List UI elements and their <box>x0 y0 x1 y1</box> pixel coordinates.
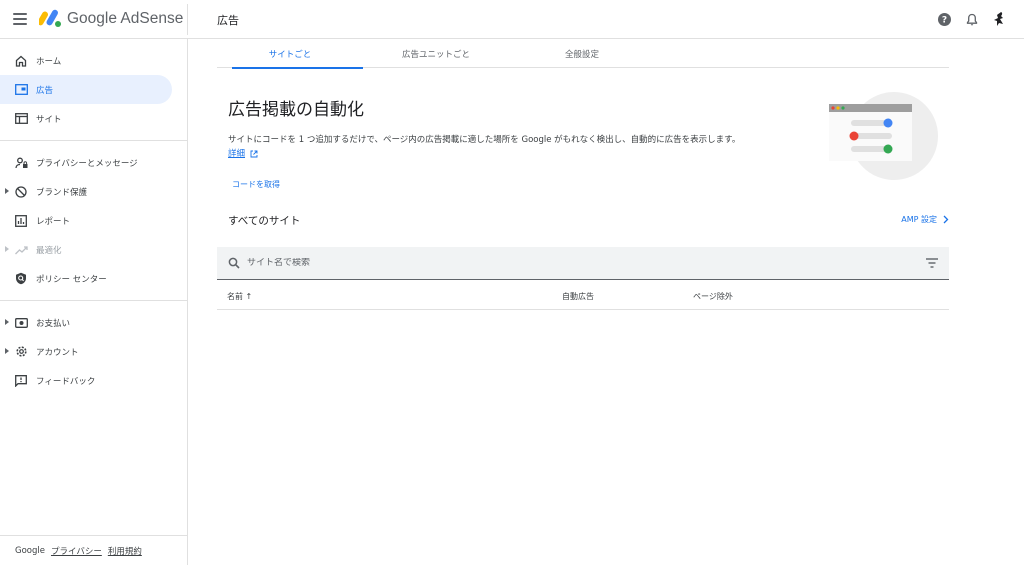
page-title: 広告 <box>217 14 239 27</box>
sidebar-item-label: サイト <box>36 114 62 125</box>
expand-caret-icon <box>5 188 9 194</box>
sidebar-item-label: プライバシーとメッセージ <box>36 158 138 169</box>
sidebar-item-brand-safety[interactable]: ブランド保護 <box>0 177 172 206</box>
sidebar: ホーム 広告 サイト プライバシーとメッセージ ブランド保護 レポート 最適化 <box>0 39 188 565</box>
expand-caret-icon <box>5 348 9 354</box>
chevron-right-icon <box>943 215 949 224</box>
sidebar-item-label: アカウント <box>36 347 79 358</box>
privacy-icon <box>14 156 28 170</box>
policy-icon <box>14 272 28 286</box>
header-divider <box>187 4 188 35</box>
amp-settings-label: AMP 設定 <box>901 215 937 224</box>
sidebar-item-feedback[interactable]: フィードバック <box>0 366 172 395</box>
home-icon <box>14 54 28 68</box>
tab-global-settings[interactable]: 全般設定 <box>509 39 655 68</box>
external-link-icon <box>250 150 258 157</box>
optimize-icon <box>14 243 28 257</box>
tab-bar: サイトごと 広告ユニットごと 全般設定 <box>217 39 949 69</box>
expand-caret-icon <box>5 246 9 252</box>
column-header-page-exclusions[interactable]: ページ除外 <box>693 291 733 302</box>
auto-ads-title: 広告掲載の自動化 <box>228 100 364 120</box>
sidebar-item-policy-center[interactable]: ポリシー センター <box>0 264 172 293</box>
sidebar-item-label: 最適化 <box>36 245 62 256</box>
menu-icon[interactable] <box>13 13 27 25</box>
expand-caret-icon <box>5 319 9 325</box>
nav-group-account: お支払い アカウント フィードバック <box>0 301 187 402</box>
tab-by-ad-unit[interactable]: 広告ユニットごと <box>363 39 509 68</box>
search-input[interactable] <box>247 258 887 268</box>
main-content: サイトごと 広告ユニットごと 全般設定 広告掲載の自動化 サイトにコードを 1 … <box>217 39 949 310</box>
privacy-link[interactable]: プライバシー <box>51 545 102 557</box>
amp-settings-link[interactable]: AMP 設定 <box>901 214 949 225</box>
all-sites-heading: すべてのサイト <box>228 215 301 227</box>
account-gear-icon <box>14 345 28 359</box>
auto-ads-description: サイトにコードを 1 つ追加するだけで、ページ内の広告掲載に適した場所を Goo… <box>228 133 828 161</box>
notifications-bell-icon[interactable] <box>964 11 980 27</box>
terms-link[interactable]: 利用規約 <box>108 545 142 557</box>
adsense-logo <box>39 9 61 27</box>
payments-icon <box>14 316 28 330</box>
sidebar-item-label: フィードバック <box>36 376 96 387</box>
account-avatar[interactable] <box>992 11 1008 27</box>
sites-table-header: 名前 ↑ 自動広告 ページ除外 <box>217 282 949 310</box>
sidebar-item-label: レポート <box>36 216 71 227</box>
sidebar-footer: Google プライバシー 利用規約 <box>0 535 188 565</box>
svg-text:?: ? <box>941 15 946 25</box>
footer-google-label: Google <box>15 545 45 556</box>
sidebar-item-account[interactable]: アカウント <box>0 337 172 366</box>
sidebar-item-privacy-messaging[interactable]: プライバシーとメッセージ <box>0 148 172 177</box>
sidebar-item-optimization[interactable]: 最適化 <box>0 235 172 264</box>
nav-group-manage: プライバシーとメッセージ ブランド保護 レポート 最適化 ポリシー センター <box>0 141 187 301</box>
sidebar-item-sites[interactable]: サイト <box>0 104 172 133</box>
brand-name: Google AdSense <box>67 10 184 27</box>
sidebar-item-home[interactable]: ホーム <box>0 46 172 75</box>
search-icon <box>228 257 240 269</box>
reports-icon <box>14 214 28 228</box>
column-header-auto-ads[interactable]: 自動広告 <box>562 291 594 302</box>
feedback-icon <box>14 374 28 388</box>
learn-more-link[interactable]: 詳細 <box>228 149 245 159</box>
sidebar-item-ads[interactable]: 広告 <box>0 75 172 104</box>
get-code-button[interactable]: コードを取得 <box>232 179 280 190</box>
sites-icon <box>14 112 28 126</box>
ads-icon <box>14 83 28 97</box>
sidebar-item-label: お支払い <box>36 318 71 329</box>
sidebar-item-label: ポリシー センター <box>36 274 107 285</box>
top-app-bar: Google AdSense 広告 ? <box>0 0 1024 39</box>
filter-icon[interactable] <box>926 258 938 268</box>
block-icon <box>14 185 28 199</box>
tab-by-site[interactable]: サイトごと <box>217 39 363 69</box>
sidebar-item-label: ブランド保護 <box>36 187 88 198</box>
help-icon[interactable]: ? <box>936 11 952 27</box>
site-search-bar <box>217 247 949 280</box>
column-header-name[interactable]: 名前 ↑ <box>227 291 252 302</box>
description-text: サイトにコードを 1 つ追加するだけで、ページ内の広告掲載に適した場所を Goo… <box>228 135 741 145</box>
sidebar-item-payments[interactable]: お支払い <box>0 308 172 337</box>
auto-ads-illustration <box>829 92 938 180</box>
sidebar-item-label: 広告 <box>36 85 54 96</box>
nav-group-main: ホーム 広告 サイト <box>0 39 187 141</box>
sidebar-item-reports[interactable]: レポート <box>0 206 172 235</box>
sidebar-item-label: ホーム <box>36 56 62 67</box>
